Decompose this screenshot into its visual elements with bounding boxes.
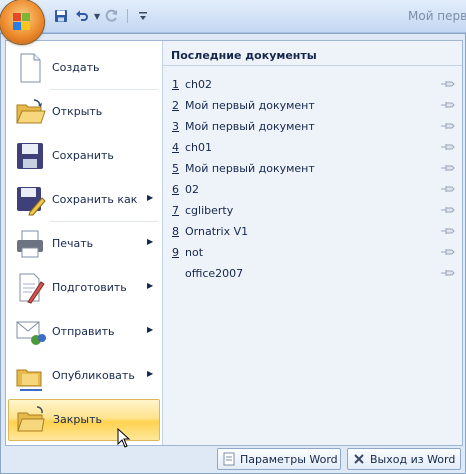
menu-item-prepare[interactable]: Подготовить ▶ [6, 267, 162, 309]
pin-icon[interactable] [441, 121, 455, 131]
save-icon [14, 140, 46, 172]
pin-icon[interactable] [441, 142, 455, 152]
open-folder-icon [14, 96, 46, 128]
recent-document-number: 1 [172, 78, 179, 91]
submenu-arrow-icon: ▶ [147, 325, 154, 334]
office-menu-body: Создать Открыть Сохранить Сохранить как … [5, 40, 463, 446]
menu-divider [50, 89, 158, 90]
exit-word-button[interactable]: Выход из Word [347, 448, 461, 470]
pin-icon[interactable] [441, 163, 455, 173]
pin-icon[interactable] [441, 79, 455, 89]
menu-item-label: Открыть [52, 105, 103, 118]
menu-divider [50, 221, 158, 222]
pin-icon[interactable] [441, 268, 455, 278]
save-icon[interactable] [52, 7, 70, 25]
recent-document-name: Мой первый документ [185, 162, 315, 175]
close-icon [354, 454, 364, 464]
exit-word-label: Выход из Word [370, 452, 456, 466]
prepare-document-icon [14, 272, 46, 304]
recent-document-item[interactable]: 6 02 [163, 179, 462, 199]
undo-icon[interactable] [73, 7, 91, 25]
recent-documents-panel: Последние документы 1 ch02 2 Мой первый … [163, 41, 462, 445]
send-icon [14, 316, 46, 348]
menu-item-new[interactable]: Создать [6, 47, 162, 89]
recent-document-name: cgliberty [185, 204, 234, 217]
recent-document-name: Мой первый документ [185, 120, 315, 133]
close-folder-icon [15, 404, 47, 436]
menu-footer: Параметры Word Выход из Word [1, 446, 465, 473]
recent-document-number: 2 [172, 99, 179, 112]
recent-document-name: not [185, 246, 204, 259]
recent-document-item[interactable]: 1 ch02 [163, 74, 462, 94]
qat-separator [127, 9, 129, 23]
menu-item-open[interactable]: Открыть [6, 91, 162, 133]
word-options-button[interactable]: Параметры Word [217, 448, 341, 470]
recent-document-name: Мой первый документ [185, 99, 315, 112]
recent-document-number: 5 [172, 162, 179, 175]
recent-document-name: Ornatrix V1 [185, 225, 249, 238]
menu-item-label: Подготовить [52, 281, 127, 294]
menu-item-publish[interactable]: Опубликовать ▶ [6, 355, 162, 397]
recent-document-number: 7 [172, 204, 179, 217]
recent-document-name: ch01 [185, 141, 213, 154]
recent-document-item[interactable]: 7 cgliberty [163, 200, 462, 220]
recent-document-name: office2007 [185, 267, 244, 280]
recent-document-number: 4 [172, 141, 179, 154]
submenu-arrow-icon: ▶ [147, 281, 154, 290]
new-document-icon [14, 52, 46, 84]
office-menu: Создать Открыть Сохранить Сохранить как … [0, 33, 466, 474]
recent-documents-title: Последние документы [171, 49, 317, 62]
menu-item-label: Печать [52, 237, 94, 250]
recent-document-number: 9 [172, 246, 179, 259]
recent-document-name: ch02 [185, 78, 213, 91]
menu-item-label: Сохранить [52, 149, 114, 162]
submenu-arrow-icon: ▶ [147, 193, 154, 202]
pin-icon[interactable] [441, 247, 455, 257]
menu-item-label: Создать [52, 61, 100, 74]
recent-document-number: 3 [172, 120, 179, 133]
recent-document-item[interactable]: 5 Мой первый документ [163, 158, 462, 178]
quick-access-toolbar: ▼ [52, 6, 152, 26]
printer-icon [14, 228, 46, 260]
pin-icon[interactable] [441, 205, 455, 215]
office-logo-icon [13, 13, 31, 31]
recent-document-item[interactable]: 3 Мой первый документ [163, 116, 462, 136]
submenu-arrow-icon: ▶ [147, 237, 154, 246]
recent-document-item[interactable]: 8 Ornatrix V1 [163, 221, 462, 241]
recent-document-item[interactable]: 2 Мой первый документ [163, 95, 462, 115]
command-list: Создать Открыть Сохранить Сохранить как … [6, 41, 163, 445]
window-title: Мой первы [408, 9, 466, 23]
menu-item-label: Сохранить как [52, 193, 138, 206]
menu-item-label: Опубликовать [52, 369, 135, 382]
word-options-label: Параметры Word [240, 452, 338, 466]
word-options-icon [223, 452, 235, 466]
recent-document-item[interactable]: 9 not [163, 242, 462, 262]
customize-qat-icon[interactable] [134, 7, 152, 25]
menu-item-close[interactable]: Закрыть [8, 399, 160, 441]
mouse-cursor-icon [117, 428, 131, 448]
menu-item-label: Отправить [52, 325, 115, 338]
pin-icon[interactable] [441, 100, 455, 110]
recent-document-item[interactable]: 4 ch01 [163, 137, 462, 157]
recent-documents-header: Последние документы [163, 41, 462, 66]
menu-item-label: Закрыть [53, 413, 102, 426]
pin-icon[interactable] [441, 226, 455, 236]
undo-dropdown-icon[interactable]: ▼ [94, 12, 100, 21]
publish-icon [14, 360, 46, 392]
menu-item-print[interactable]: Печать ▶ [6, 223, 162, 265]
submenu-arrow-icon: ▶ [147, 369, 154, 378]
recent-document-name: 02 [185, 183, 199, 196]
office-button[interactable] [0, 0, 44, 44]
recent-document-number: 6 [172, 183, 179, 196]
pin-icon[interactable] [441, 184, 455, 194]
title-bar: ▼ Мой первы [0, 0, 466, 44]
menu-item-save-as[interactable]: Сохранить как ▶ [6, 179, 162, 221]
menu-item-save[interactable]: Сохранить [6, 135, 162, 177]
recent-document-number: 8 [172, 225, 179, 238]
recent-document-item[interactable]: office2007 [163, 263, 462, 283]
redo-icon[interactable] [103, 7, 121, 25]
save-as-icon [14, 184, 46, 216]
menu-item-send[interactable]: Отправить ▶ [6, 311, 162, 353]
